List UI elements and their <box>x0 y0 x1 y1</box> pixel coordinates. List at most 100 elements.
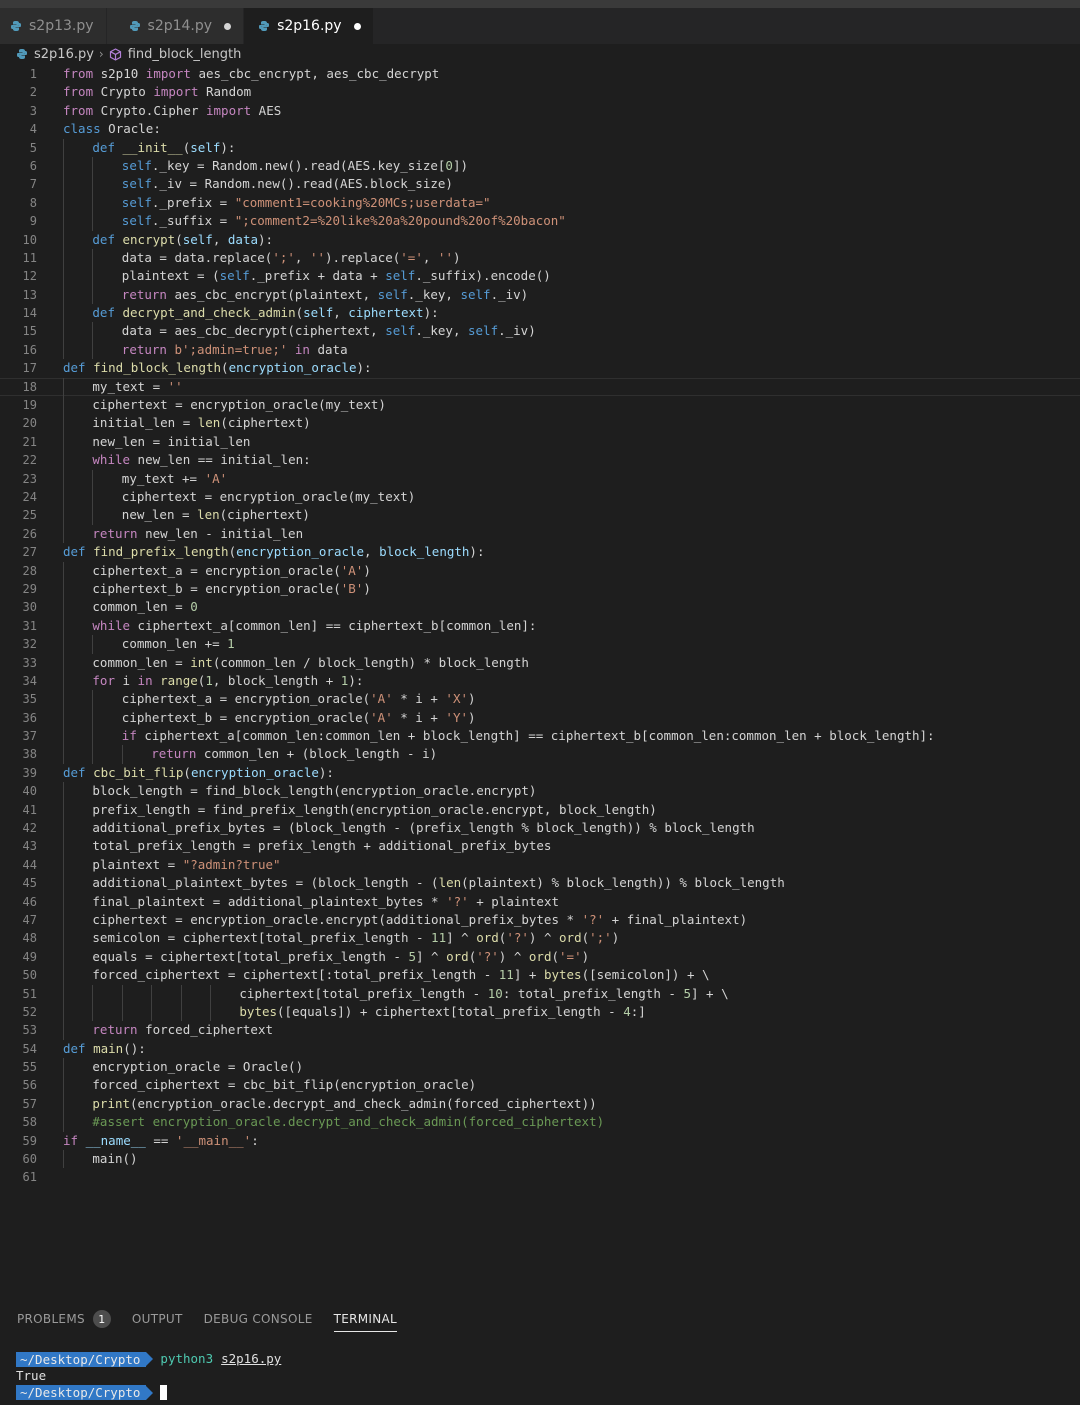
code-text[interactable]: data = aes_cbc_decrypt(ciphertext, self.… <box>122 322 536 340</box>
line-number[interactable]: 27 <box>0 543 37 561</box>
line-number[interactable]: 17 <box>0 359 37 377</box>
line-number[interactable]: 34 <box>0 672 37 690</box>
code-line[interactable]: 21 new_len = initial_len <box>0 432 1080 452</box>
code-line[interactable]: 49 equals = ciphertext[total_prefix_lengt… <box>0 947 1080 967</box>
code-text[interactable]: ciphertext[total_prefix_length - 10: tot… <box>239 985 728 1003</box>
code-text[interactable]: from Crypto import Random <box>63 83 251 101</box>
code-text[interactable]: block_length = find_block_length(encrypt… <box>92 782 536 800</box>
terminal-argument-link[interactable]: s2p16.py <box>221 1351 281 1368</box>
code-text[interactable]: additional_plaintext_bytes = (block_leng… <box>92 874 784 892</box>
code-text[interactable]: prefix_length = find_prefix_length(encry… <box>92 801 656 819</box>
code-line[interactable]: 35 ciphertext_a = encryption_oracle('A' *… <box>0 690 1080 709</box>
code-text[interactable]: forced_ciphertext = cbc_bit_flip(encrypt… <box>92 1076 476 1094</box>
code-line[interactable]: 48 semicolon = ciphertext[total_prefix_le… <box>0 929 1080 948</box>
code-text[interactable]: data = data.replace(';', '').replace('='… <box>122 249 461 267</box>
line-number[interactable]: 54 <box>0 1040 37 1058</box>
code-line[interactable]: 25 new_len = len(ciphertext) <box>0 506 1080 525</box>
line-number[interactable]: 38 <box>0 745 37 763</box>
code-text[interactable]: def decrypt_and_check_admin(self, cipher… <box>92 304 438 322</box>
code-text[interactable]: from Crypto.Cipher import AES <box>63 102 281 120</box>
line-number[interactable]: 57 <box>0 1095 37 1113</box>
code-text[interactable]: class Oracle: <box>63 120 161 138</box>
line-number[interactable]: 20 <box>0 414 37 432</box>
code-text[interactable]: def __init__(self): <box>92 139 235 157</box>
code-text[interactable]: forced_ciphertext = ciphertext[:total_pr… <box>92 966 709 984</box>
line-number[interactable]: 19 <box>0 396 37 414</box>
line-number[interactable]: 37 <box>0 727 37 745</box>
code-line[interactable]: 36 ciphertext_b = encryption_oracle('A' *… <box>0 708 1080 728</box>
code-line[interactable]: 22 while new_len == initial_len: <box>0 451 1080 470</box>
code-text[interactable]: self._iv = Random.new().read(AES.block_s… <box>122 175 453 193</box>
code-text[interactable]: ciphertext_b = encryption_oracle('B') <box>92 580 370 598</box>
line-number[interactable]: 43 <box>0 837 37 855</box>
code-text[interactable]: print(encryption_oracle.decrypt_and_chec… <box>92 1095 596 1113</box>
code-line[interactable]: 55 encryption_oracle = Oracle() <box>0 1058 1080 1077</box>
line-number[interactable]: 35 <box>0 690 37 708</box>
terminal[interactable]: ~/Desktop/Crypto python3 s2p16.py True ~… <box>16 1351 281 1401</box>
line-number[interactable]: 16 <box>0 341 37 359</box>
line-number[interactable]: 18 <box>0 378 37 396</box>
code-line[interactable]: 60 main() <box>0 1150 1080 1169</box>
code-text[interactable]: def cbc_bit_flip(encryption_oracle): <box>63 764 334 782</box>
code-text[interactable]: bytes([equals]) + ciphertext[total_prefi… <box>239 1003 645 1021</box>
code-text[interactable]: my_text += 'A' <box>122 470 227 488</box>
line-number[interactable]: 32 <box>0 635 37 653</box>
code-line[interactable]: 47 ciphertext = encryption_oracle.encrypt… <box>0 910 1080 930</box>
line-number[interactable]: 39 <box>0 764 37 782</box>
code-text[interactable]: return aes_cbc_encrypt(plaintext, self._… <box>122 286 528 304</box>
code-text[interactable]: def main(): <box>63 1040 146 1058</box>
code-line[interactable]: 5 def __init__(self): <box>0 138 1080 157</box>
code-line[interactable]: 42 additional_prefix_bytes = (block_lengt… <box>0 819 1080 838</box>
code-line[interactable]: 61 <box>0 1168 1080 1186</box>
code-line[interactable]: 34 for i in range(1, block_length + 1): <box>0 671 1080 691</box>
code-line[interactable]: 9 self._suffix = ";comment2=%20like%20a%2… <box>0 212 1080 231</box>
line-number[interactable]: 1 <box>0 65 37 83</box>
code-line[interactable]: 7 self._iv = Random.new().read(AES.block_… <box>0 175 1080 194</box>
line-number[interactable]: 8 <box>0 194 37 212</box>
code-line[interactable]: 27 def find_prefix_length(encryption_orac… <box>0 543 1080 561</box>
line-number[interactable]: 15 <box>0 322 37 340</box>
tab-problems[interactable]: PROBLEMS 1 <box>17 1306 111 1332</box>
line-number[interactable]: 24 <box>0 488 37 506</box>
code-line[interactable]: 20 initial_len = len(ciphertext) <box>0 414 1080 433</box>
code-line[interactable]: 51 ciphertext[total_prefix_length - 10: t… <box>0 984 1080 1003</box>
line-number[interactable]: 26 <box>0 525 37 543</box>
line-number[interactable]: 60 <box>0 1150 37 1168</box>
code-text[interactable]: initial_len = len(ciphertext) <box>92 414 310 432</box>
code-editor[interactable]: 1 from s2p10 import aes_cbc_encrypt, aes_… <box>0 65 1080 1187</box>
code-line[interactable]: 4 class Oracle: <box>0 120 1080 138</box>
code-text[interactable]: if __name__ == '__main__': <box>63 1132 259 1150</box>
code-line[interactable]: 39 def cbc_bit_flip(encryption_oracle): <box>0 764 1080 782</box>
code-line[interactable]: 45 additional_plaintext_bytes = (block_le… <box>0 874 1080 893</box>
code-line[interactable]: 53 return forced_ciphertext <box>0 1021 1080 1040</box>
line-number[interactable]: 22 <box>0 451 37 469</box>
code-text[interactable]: plaintext = "?admin?true" <box>92 856 280 874</box>
line-number[interactable]: 53 <box>0 1021 37 1039</box>
line-number[interactable]: 14 <box>0 304 37 322</box>
line-number[interactable]: 52 <box>0 1003 37 1021</box>
code-line[interactable]: 17 def find_block_length(encryption_oracl… <box>0 359 1080 377</box>
code-line[interactable]: 56 forced_ciphertext = cbc_bit_flip(encry… <box>0 1076 1080 1095</box>
code-line[interactable]: 18 my_text = '' <box>0 377 1080 397</box>
line-number[interactable]: 42 <box>0 819 37 837</box>
code-line[interactable]: 3 from Crypto.Cipher import AES <box>0 102 1080 120</box>
line-number[interactable]: 23 <box>0 470 37 488</box>
line-number[interactable]: 48 <box>0 929 37 947</box>
tab-output[interactable]: OUTPUT <box>132 1306 183 1332</box>
code-text[interactable]: for i in range(1, block_length + 1): <box>92 672 363 690</box>
line-number[interactable]: 30 <box>0 598 37 616</box>
code-text[interactable]: ciphertext = encryption_oracle(my_text) <box>92 396 386 414</box>
code-line[interactable]: 54 def main(): <box>0 1040 1080 1058</box>
code-text[interactable]: ciphertext_a = encryption_oracle('A') <box>92 562 370 580</box>
code-text[interactable]: def find_prefix_length(encryption_oracle… <box>63 543 484 561</box>
code-line[interactable]: 15 data = aes_cbc_decrypt(ciphertext, sel… <box>0 322 1080 341</box>
code-line[interactable]: 44 plaintext = "?admin?true" <box>0 855 1080 875</box>
code-line[interactable]: 1 from s2p10 import aes_cbc_encrypt, aes_… <box>0 65 1080 83</box>
code-line[interactable]: 23 my_text += 'A' <box>0 469 1080 488</box>
tab-debug-console[interactable]: DEBUG CONSOLE <box>204 1306 313 1332</box>
code-line[interactable]: 11 data = data.replace(';', '').replace('… <box>0 248 1080 268</box>
code-line[interactable]: 33 common_len = int(common_len / block_le… <box>0 653 1080 672</box>
code-text[interactable]: main() <box>92 1150 137 1168</box>
line-number[interactable]: 9 <box>0 212 37 230</box>
code-text[interactable]: semicolon = ciphertext[total_prefix_leng… <box>92 929 619 947</box>
